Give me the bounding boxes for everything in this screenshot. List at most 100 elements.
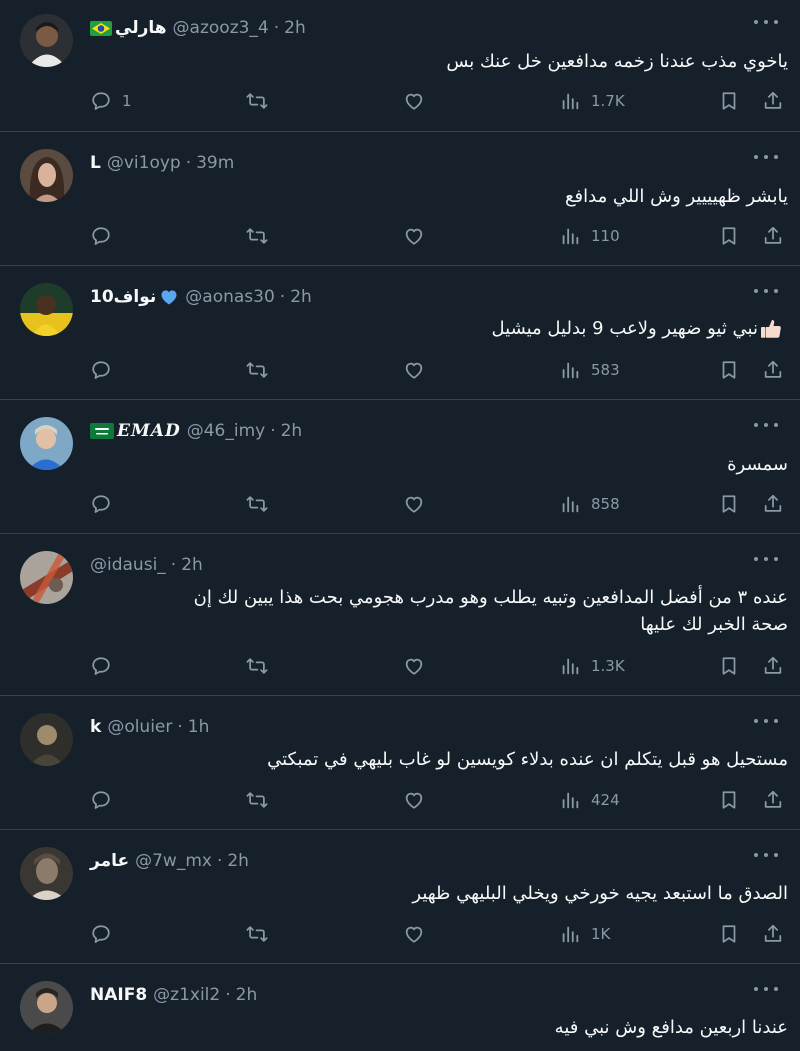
action-bar: 1 1.7K <box>90 86 784 116</box>
more-options-icon[interactable] <box>754 549 778 569</box>
share-button[interactable] <box>762 493 784 515</box>
avatar[interactable] <box>20 981 73 1034</box>
handle[interactable]: @aonas30 <box>185 287 275 307</box>
more-options-icon[interactable] <box>754 281 778 301</box>
action-bar: 1K <box>90 919 784 949</box>
tweet[interactable]: عامر @7w_mx · 2h الصدق ما استبعد يجيه خو… <box>0 830 800 964</box>
like-button[interactable] <box>403 789 425 811</box>
retweet-button[interactable] <box>246 359 268 381</box>
tweet[interactable]: L @vi1oyp · 39m يابشر ظهيييير وش اللي مد… <box>0 132 800 266</box>
timestamp[interactable]: 39m <box>196 153 234 173</box>
display-name[interactable]: L <box>90 153 101 173</box>
display-name[interactable]: عامر <box>90 851 129 871</box>
more-options-icon[interactable] <box>754 711 778 731</box>
like-button[interactable] <box>403 923 425 945</box>
bookmark-button[interactable] <box>718 90 740 112</box>
more-options-icon[interactable] <box>754 845 778 865</box>
timestamp[interactable]: 2h <box>181 555 203 575</box>
views-button[interactable]: 583 <box>559 359 620 381</box>
reply-button[interactable] <box>90 789 112 811</box>
tweet[interactable]: نواف10 @aonas30 · 2h نبي ثيو ضهير ولاعب … <box>0 266 800 400</box>
brazil-flag-icon <box>90 20 112 36</box>
share-button[interactable] <box>762 923 784 945</box>
avatar[interactable] <box>20 551 73 604</box>
avatar[interactable] <box>20 713 73 766</box>
share-button[interactable] <box>762 359 784 381</box>
display-name[interactable]: k <box>90 717 101 737</box>
display-name[interactable]: EMAD <box>117 421 181 441</box>
reply-button[interactable] <box>90 655 112 677</box>
tweet[interactable]: EMAD @46_imy · 2h سمسرة 858 <box>0 400 800 534</box>
share-icon <box>764 656 782 674</box>
tweet[interactable]: k @oluier · 1h مستحيل هو قبل يتكلم ان عن… <box>0 696 800 830</box>
timestamp[interactable]: 1h <box>188 717 210 737</box>
display-name[interactable]: هارلي <box>115 18 167 38</box>
reply-button[interactable] <box>90 493 112 515</box>
handle[interactable]: @7w_mx <box>135 851 212 871</box>
display-name[interactable]: نواف10 <box>90 287 156 307</box>
bookmark-button[interactable] <box>718 493 740 515</box>
retweet-button[interactable] <box>246 225 268 247</box>
tweet-header: عامر @7w_mx · 2h <box>90 848 249 874</box>
handle[interactable]: @azooz3_4 <box>173 18 269 38</box>
share-icon <box>764 494 782 512</box>
avatar[interactable] <box>20 149 73 202</box>
bookmark-icon <box>722 92 736 110</box>
timestamp[interactable]: 2h <box>227 851 249 871</box>
more-options-icon[interactable] <box>754 979 778 999</box>
like-button[interactable] <box>403 359 425 381</box>
retweet-button[interactable] <box>246 789 268 811</box>
reply-button[interactable] <box>90 359 112 381</box>
handle[interactable]: @idausi_ <box>90 555 166 575</box>
retweet-button[interactable] <box>246 90 268 112</box>
retweet-button[interactable] <box>246 493 268 515</box>
like-button[interactable] <box>403 493 425 515</box>
like-button[interactable] <box>403 655 425 677</box>
bookmark-button[interactable] <box>718 225 740 247</box>
action-bar: 1.3K <box>90 651 784 681</box>
handle[interactable]: @oluier <box>107 717 172 737</box>
avatar[interactable] <box>20 14 73 67</box>
share-button[interactable] <box>762 225 784 247</box>
timestamp[interactable]: 2h <box>281 421 303 441</box>
avatar[interactable] <box>20 847 73 900</box>
reply-icon <box>92 361 110 379</box>
handle[interactable]: @46_imy <box>187 421 265 441</box>
tweet[interactable]: NAIF8 @z1xil2 · 2h عندنا اربعين مدافع وش… <box>0 964 800 1051</box>
views-button[interactable]: 424 <box>559 789 620 811</box>
bookmark-button[interactable] <box>718 923 740 945</box>
tweet[interactable]: هارلي @azooz3_4 · 2h ياخوي مذب عندنا زخم… <box>0 0 800 132</box>
retweet-button[interactable] <box>246 655 268 677</box>
share-button[interactable] <box>762 90 784 112</box>
avatar[interactable] <box>20 283 73 336</box>
bookmark-button[interactable] <box>718 789 740 811</box>
like-button[interactable] <box>403 225 425 247</box>
views-button[interactable]: 1.7K <box>559 90 625 112</box>
handle[interactable]: @z1xil2 <box>153 985 220 1005</box>
views-button[interactable]: 1.3K <box>559 655 625 677</box>
more-options-icon[interactable] <box>754 147 778 167</box>
bookmark-icon <box>722 657 736 675</box>
bookmark-button[interactable] <box>718 359 740 381</box>
more-options-icon[interactable] <box>754 12 778 32</box>
display-name[interactable]: NAIF8 <box>90 985 147 1005</box>
views-button[interactable]: 1K <box>559 923 610 945</box>
bookmark-button[interactable] <box>718 655 740 677</box>
retweet-button[interactable] <box>246 923 268 945</box>
separator: · <box>279 287 286 307</box>
share-button[interactable] <box>762 655 784 677</box>
share-button[interactable] <box>762 789 784 811</box>
reply-button[interactable] <box>90 225 112 247</box>
views-button[interactable]: 858 <box>559 493 620 515</box>
views-button[interactable]: 110 <box>559 225 620 247</box>
tweet[interactable]: @idausi_ · 2h عنده ٣ من أفضل المدافعين و… <box>0 534 800 696</box>
avatar[interactable] <box>20 417 73 470</box>
more-options-icon[interactable] <box>754 415 778 435</box>
reply-button[interactable]: 1 <box>90 90 132 112</box>
reply-button[interactable] <box>90 923 112 945</box>
like-button[interactable] <box>403 90 425 112</box>
timestamp[interactable]: 2h <box>290 287 312 307</box>
handle[interactable]: @vi1oyp <box>107 153 181 173</box>
timestamp[interactable]: 2h <box>236 985 258 1005</box>
timestamp[interactable]: 2h <box>284 18 306 38</box>
